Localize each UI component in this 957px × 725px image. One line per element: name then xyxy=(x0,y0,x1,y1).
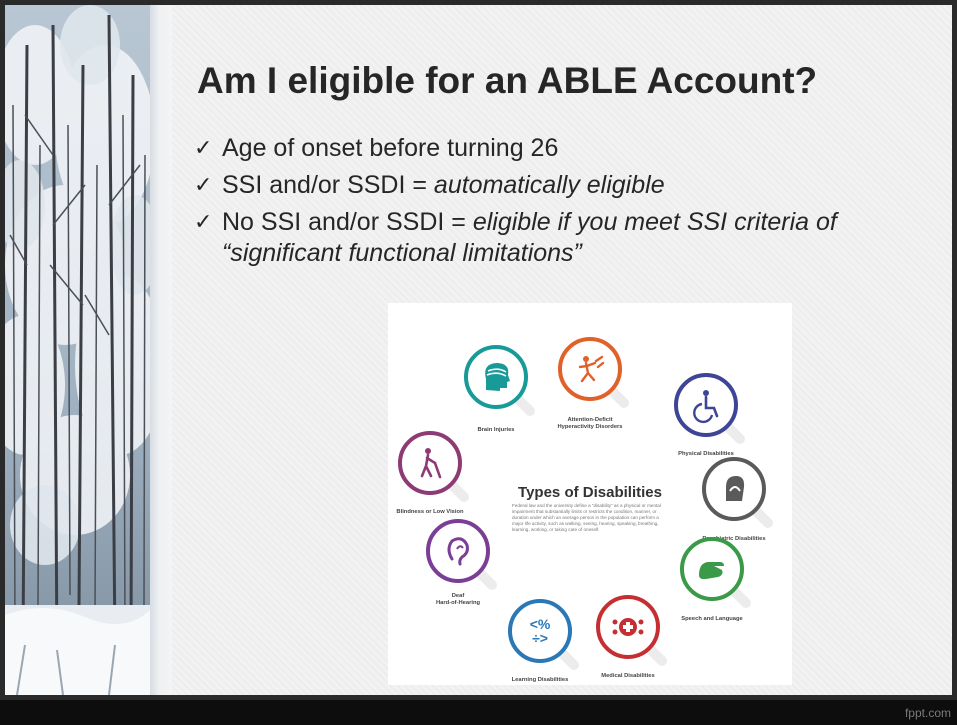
infographic-description: Federal law and the university define a … xyxy=(512,503,661,532)
infographic-svg: Types of Disabilities Federal law and th… xyxy=(396,337,773,683)
category-label: Learning Disabilities xyxy=(512,677,569,683)
math-symbols-icon: <%÷> xyxy=(530,616,551,646)
slide-frame: Am I eligible for an ABLE Account? ✓ Age… xyxy=(0,0,957,700)
winter-forest-photo xyxy=(5,5,150,695)
math-symbol-text: ÷> xyxy=(532,630,548,646)
types-of-disabilities-infographic: Types of Disabilities Federal law and th… xyxy=(388,303,792,685)
category-ear: DeafHard-of-Hearing xyxy=(426,519,497,606)
category-ring xyxy=(426,519,490,583)
footer-bar: fppt.com xyxy=(0,700,957,725)
photo-divider xyxy=(150,5,172,695)
category-label: Brain Injuries xyxy=(477,427,514,433)
eligibility-item-age: ✓ Age of onset before turning 26 xyxy=(194,133,934,164)
bullet-text: Age of onset before turning 26 xyxy=(222,134,559,162)
category-label: Attention-Deficit xyxy=(567,417,612,423)
infographic-description-box: Federal law and the university define a … xyxy=(512,503,661,532)
checkmark-icon: ✓ xyxy=(194,173,213,198)
category-sign-language: Speech and Language xyxy=(680,537,751,622)
eligibility-list: ✓ Age of onset before turning 26 ✓ SSI a… xyxy=(194,133,934,275)
checkmark-icon: ✓ xyxy=(194,136,213,161)
eligibility-item-ssi: ✓ SSI and/or SSDI = automatically eligib… xyxy=(194,170,934,201)
category-running-person: Attention-DeficitHyperactivity Disorders xyxy=(557,337,629,430)
category-label: Physical Disabilities xyxy=(678,451,734,457)
category-math-symbols: <%÷> Learning Disabilities xyxy=(508,599,579,683)
checkmark-icon: ✓ xyxy=(194,210,213,235)
category-label: Deaf xyxy=(452,593,465,599)
category-label: Hard-of-Hearing xyxy=(436,600,481,606)
category-ring xyxy=(558,337,622,401)
footer-brand: fppt.com xyxy=(904,706,951,720)
category-medical-cross: Medical Disabilities xyxy=(596,595,667,679)
brain-head-icon xyxy=(485,363,510,391)
category-label: Medical Disabilities xyxy=(601,673,654,679)
winter-forest-illustration xyxy=(5,5,150,695)
bullet-emphasis: automatically eligible xyxy=(433,171,665,199)
eligibility-item-no-ssi: ✓ No SSI and/or SSDI = eligible if you m… xyxy=(194,207,934,269)
head-in-hands-icon xyxy=(726,476,745,501)
bullet-text: No SSI and/or SSDI = xyxy=(222,208,473,236)
category-label: Speech and Language xyxy=(681,616,743,622)
category-ring xyxy=(398,431,462,495)
category-label: Hyperactivity Disorders xyxy=(557,424,622,430)
slide-content: Am I eligible for an ABLE Account? ✓ Age… xyxy=(172,5,952,695)
category-wheelchair: Physical Disabilities xyxy=(674,373,745,457)
category-person-with-cane: Blindness or Low Vision xyxy=(396,431,469,515)
category-label: Blindness or Low Vision xyxy=(396,509,464,515)
category-brain-head: Brain Injuries xyxy=(464,345,535,433)
infographic-title: Types of Disabilities xyxy=(518,484,662,501)
slide-title: Am I eligible for an ABLE Account? xyxy=(197,60,818,101)
category-head-in-hands: Psychiatric Disabilities xyxy=(702,457,773,542)
bullet-text: SSI and/or SSDI = xyxy=(222,171,434,199)
